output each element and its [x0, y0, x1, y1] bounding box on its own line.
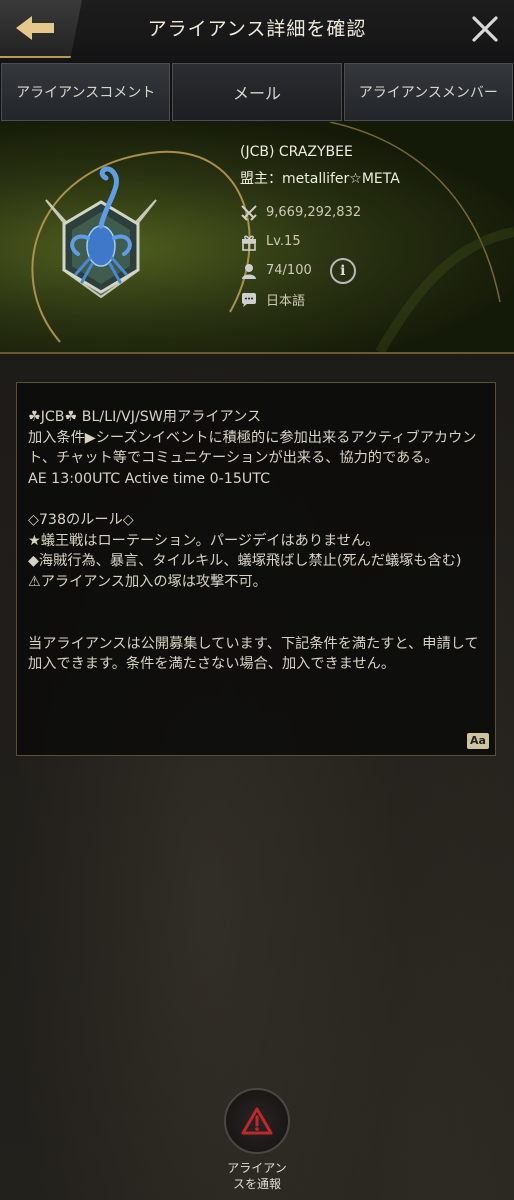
alliance-name: (JCB) CRAZYBEE: [240, 144, 353, 160]
tab-mail[interactable]: メール: [172, 63, 342, 121]
gift-icon: [242, 235, 256, 251]
tab-alliance-members[interactable]: アライアンスメンバー: [343, 63, 513, 121]
back-arrow-icon: [16, 16, 54, 40]
language-row: 日本語: [240, 285, 400, 314]
tab-alliance-comment[interactable]: アライアンスコメント: [1, 63, 171, 121]
crossed-swords-icon: [241, 204, 257, 221]
report-circle: [224, 1088, 290, 1154]
tab-bar: アライアンスコメント メール アライアンスメンバー: [0, 62, 514, 121]
person-icon: [242, 263, 256, 279]
members-row: 74/100 i: [240, 256, 400, 285]
alliance-banner: (JCB) CRAZYBEE 盟主：metallifer☆META 9,669,…: [0, 122, 514, 354]
report-label: アライアン スを通報: [227, 1161, 287, 1191]
page-title: アライアンス詳細を確認: [147, 18, 367, 40]
warning-icon: [241, 1107, 273, 1135]
chat-bubble-icon: [242, 292, 256, 307]
alliance-description: ☘JCB☘ BL/LI/VJ/SW用アライアンス 加入条件▶シーズンイベントに積…: [28, 409, 479, 673]
report-alliance-button[interactable]: アライアン スを通報: [212, 1088, 302, 1192]
translate-button[interactable]: Aa: [467, 733, 489, 749]
close-button[interactable]: [470, 14, 500, 44]
alliance-members: 74/100: [266, 263, 312, 278]
alliance-leader: 盟主：metallifer☆META: [240, 171, 400, 187]
header-bar: アライアンス詳細を確認: [0, 0, 514, 63]
close-icon: [472, 16, 498, 42]
power-row: 9,669,292,832: [240, 198, 400, 227]
alliance-power: 9,669,292,832: [266, 205, 362, 220]
level-row: Lv.15: [240, 227, 400, 256]
info-icon[interactable]: i: [329, 257, 356, 284]
alliance-description-panel[interactable]: ☘JCB☘ BL/LI/VJ/SW用アライアンス 加入条件▶シーズンイベントに積…: [16, 382, 496, 756]
alliance-language: 日本語: [266, 294, 306, 309]
alliance-level: Lv.15: [266, 234, 301, 249]
back-button[interactable]: [0, 0, 82, 58]
alliance-info: (JCB) CRAZYBEE 盟主：metallifer☆META 9,669,…: [240, 144, 400, 314]
scorpion-emblem-icon: [45, 166, 157, 299]
